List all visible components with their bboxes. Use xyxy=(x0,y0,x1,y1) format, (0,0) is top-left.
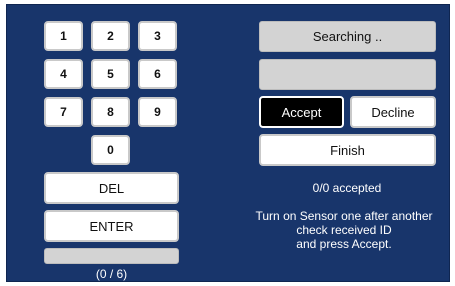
accept-button[interactable]: Accept xyxy=(259,96,344,128)
decline-button[interactable]: Decline xyxy=(350,96,436,128)
key-6[interactable]: 6 xyxy=(138,59,177,89)
key-7[interactable]: 7 xyxy=(44,97,83,127)
del-button[interactable]: DEL xyxy=(44,172,179,204)
key-8[interactable]: 8 xyxy=(91,97,130,127)
key-1[interactable]: 1 xyxy=(44,21,83,51)
key-2[interactable]: 2 xyxy=(91,21,130,51)
status-display: Searching .. xyxy=(259,21,436,52)
instruction-line-1: Turn on Sensor one after another xyxy=(255,209,433,223)
enter-button[interactable]: ENTER xyxy=(44,210,179,242)
input-display xyxy=(44,248,179,264)
key-4[interactable]: 4 xyxy=(44,59,83,89)
key-5[interactable]: 5 xyxy=(91,59,130,89)
finish-button[interactable]: Finish xyxy=(259,134,436,166)
key-0[interactable]: 0 xyxy=(91,135,130,165)
sensor-pairing-panel: 1 2 3 4 5 6 7 8 9 0 DEL ENTER (0 / 6) Se… xyxy=(6,4,450,282)
accepted-count: 0/0 accepted xyxy=(312,181,382,195)
entry-counter: (0 / 6) xyxy=(95,267,128,281)
instruction-line-3: and press Accept. xyxy=(296,237,392,251)
key-9[interactable]: 9 xyxy=(138,97,177,127)
received-id-display xyxy=(259,59,436,90)
key-3[interactable]: 3 xyxy=(138,21,177,51)
instruction-line-2: check received ID xyxy=(296,223,392,237)
instructions: Turn on Sensor one after another check r… xyxy=(239,209,449,251)
